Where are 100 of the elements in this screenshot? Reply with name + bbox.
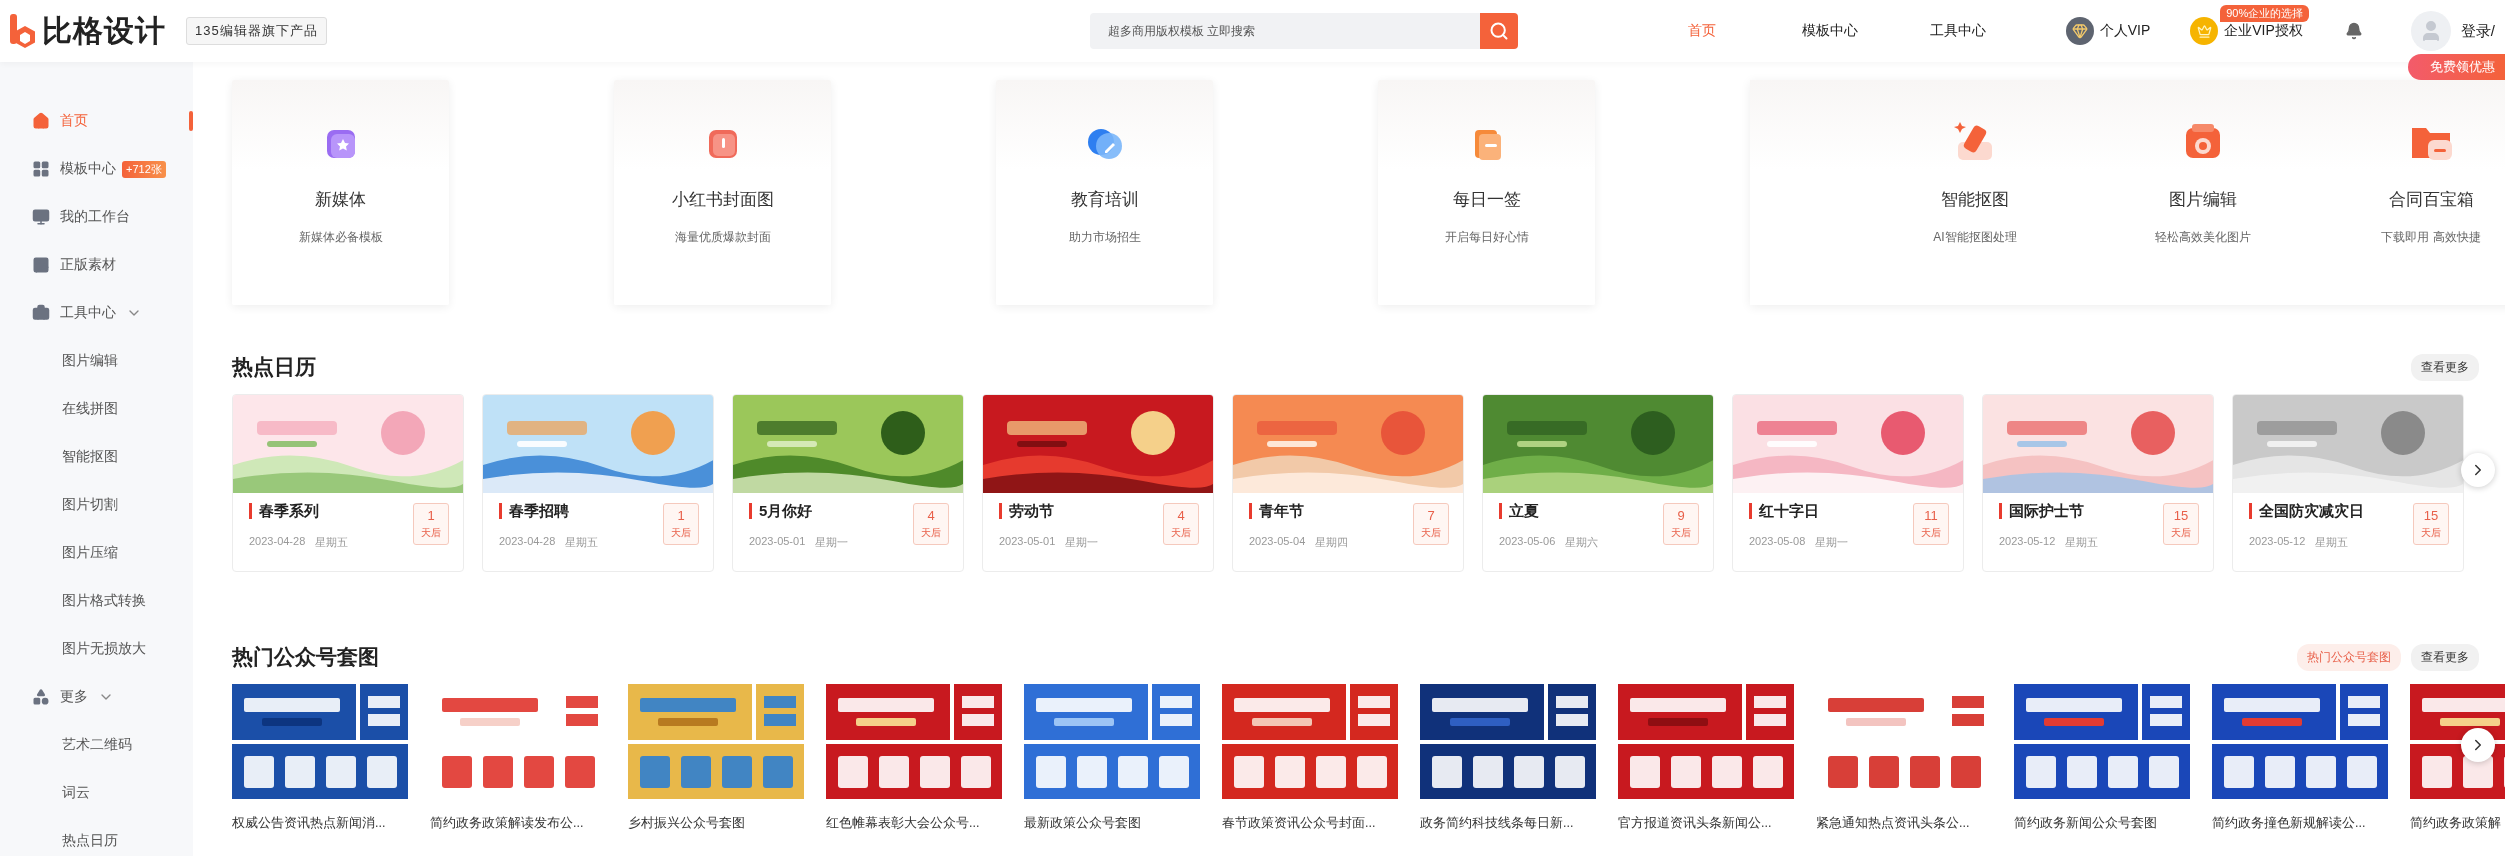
feature-card[interactable]: 新媒体 新媒体必备模板 [232,80,449,305]
sidebar-label: 词云 [62,784,90,802]
vip-link[interactable]: 个人VIP [2099,22,2151,40]
event-card[interactable]: 立夏 2023-05-06 星期六 9 天后 [1482,394,1714,572]
event-card[interactable]: 青年节 2023-05-04 星期四 7 天后 [1232,394,1464,572]
more-link[interactable]: 查看更多 [2411,643,2479,671]
event-card[interactable]: 红十字日 2023-05-08 星期一 11 天后 [1732,394,1964,572]
countdown-unit: 天后 [421,526,441,540]
feature-subtitle: 助力市场招生 [1068,229,1141,246]
template-caption[interactable]: 紧急通知热点资讯头条公... [1816,815,1992,832]
event-date: 2023-04-28 [249,535,306,549]
template-caption[interactable]: 官方报道资讯头条新闻公... [1618,815,1794,832]
event-date: 2023-05-01 [749,535,806,549]
sidebar-label: 在线拼图 [62,400,118,418]
template-caption[interactable]: 简约政务撞色新规解读公... [2212,815,2388,832]
feature-card[interactable]: 每日一签 开启每日好心情 [1378,80,1595,305]
sidebar-item[interactable]: 在线拼图 [0,385,193,433]
sidebar-label: 艺术二维码 [62,736,132,754]
template-caption[interactable]: 简约政务新闻公众号套图 [2014,815,2190,832]
more-link[interactable]: 查看更多 [2411,353,2479,381]
event-card[interactable]: 劳动节 2023-05-01 星期一 4 天后 [982,394,1214,572]
template-caption[interactable]: 简约政务政策解 [2410,815,2505,832]
feature-card[interactable]: 小红书封面图 海量优质爆款封面 [614,80,831,305]
bell-icon[interactable] [2344,22,2363,40]
section-title: 热门公众号套图 [232,644,379,670]
countdown-unit: 天后 [1421,526,1441,540]
template-caption[interactable]: 权威公告资讯热点新闻消... [232,815,408,832]
sidebar-item[interactable]: 图片无损放大 [0,625,193,673]
sidebar-item[interactable]: 图片压缩 [0,529,193,577]
event-card[interactable]: 春季系列 2023-04-28 星期五 1 天后 [232,394,464,572]
countdown-days: 1 [677,508,685,523]
tool-subtitle: 下载即用 高效快捷 [2381,229,2481,246]
logo-text: 比格设计 [42,12,166,49]
event-card[interactable]: 5月你好 2023-05-01 星期一 4 天后 [732,394,964,572]
event-card[interactable]: 国际护士节 2023-05-12 星期五 15 天后 [1982,394,2214,572]
event-card[interactable]: 春季招聘 2023-04-28 星期五 1 天后 [482,394,714,572]
sidebar-label: 图片无损放大 [62,640,146,658]
sidebar-item[interactable]: 我的工作台 [0,193,193,241]
sidebar-label: 图片压缩 [62,544,118,562]
event-date: 2023-04-28 [499,535,556,549]
sidebar-label: 热点日历 [62,832,118,850]
event-date: 2023-05-12 [2249,535,2306,549]
tagline-tag: 135编辑器旗下产品 [186,17,327,45]
event-weekday: 星期一 [1065,535,1099,550]
event-weekday: 星期四 [1315,535,1349,550]
avatar-icon[interactable] [2410,11,2451,51]
event-weekday: 星期六 [1565,535,1599,550]
search-icon [1488,21,1509,41]
sidebar-label: 模板中心 [60,160,116,178]
monitor-icon [32,208,50,226]
template-caption[interactable]: 乡村振兴公众号套图 [628,815,804,832]
template-caption[interactable]: 政务简约科技线条每日新... [1420,815,1596,832]
template-caption[interactable]: 红色帷幕表彰大会公众号... [826,815,1002,832]
event-weekday: 星期一 [815,535,849,550]
template-caption[interactable]: 最新政策公众号套图 [1024,815,1200,832]
event-weekday: 星期五 [565,535,599,550]
sidebar-item[interactable]: 图片格式转换 [0,577,193,625]
countdown-unit: 天后 [671,526,691,540]
nav-link[interactable]: 模板中心 [1765,22,1894,40]
event-date: 2023-05-06 [1499,535,1556,549]
countdown-days: 7 [1427,508,1435,523]
template-caption[interactable]: 春节政策资讯公众号封面... [1222,815,1398,832]
event-card[interactable]: 全国防灾减灾日 2023-05-12 星期五 15 天后 [2232,394,2464,572]
sidebar-item[interactable]: 正版素材 [0,241,193,289]
nav-link[interactable]: 工具中心 [1893,22,2022,40]
countdown-unit: 天后 [921,526,941,540]
event-weekday: 星期五 [2315,535,2349,550]
countdown-unit: 天后 [1671,526,1691,540]
tool-title[interactable]: 图片编辑 [2169,188,2237,211]
sidebar-item[interactable]: 图片编辑 [0,337,193,385]
tool-subtitle: AI智能抠图处理 [1933,229,2017,246]
logo-icon [8,14,38,48]
sidebar-item[interactable]: 热点日历 [0,817,193,856]
tool-subtitle: 轻松高效美化图片 [2155,229,2251,246]
sidebar-label: 图片编辑 [62,352,118,370]
login-link[interactable]: 登录/ [2460,21,2495,41]
sidebar-item[interactable]: 模板中心 +712张 [0,145,193,193]
vip-link[interactable]: 企业VIP授权 [2224,22,2303,40]
sidebar-item[interactable]: 词云 [0,769,193,817]
sidebar-item[interactable]: 图片切割 [0,481,193,529]
sidebar-item[interactable]: 智能抠图 [0,433,193,481]
tool-title[interactable]: 合同百宝箱 [2388,188,2474,211]
search-button[interactable] [1479,13,1518,49]
countdown-days: 15 [2173,508,2189,523]
countdown-unit: 天后 [1171,526,1191,540]
sidebar-item[interactable]: 艺术二维码 [0,721,193,769]
event-date: 2023-05-12 [1999,535,2056,549]
feature-card[interactable]: 教育培训 助力市场招生 [996,80,1213,305]
sidebar-label: 图片格式转换 [62,592,146,610]
search-field[interactable]: 超多商用版权模板 立即搜索 [1089,13,1480,49]
feature-title: 小红书封面图 [671,189,774,211]
countdown-unit: 天后 [2171,526,2191,540]
sidebar-item[interactable]: 更多 [0,673,193,721]
sidebar-label: 首页 [60,112,88,130]
feature-subtitle: 海量优质爆款封面 [674,229,771,246]
countdown-days: 9 [1677,508,1685,523]
feature-subtitle: 新媒体必备模板 [298,229,383,246]
sidebar-item[interactable]: 工具中心 [0,289,193,337]
tool-title[interactable]: 智能抠图 [1941,188,2009,211]
template-caption[interactable]: 简约政务政策解读发布公... [430,815,606,832]
